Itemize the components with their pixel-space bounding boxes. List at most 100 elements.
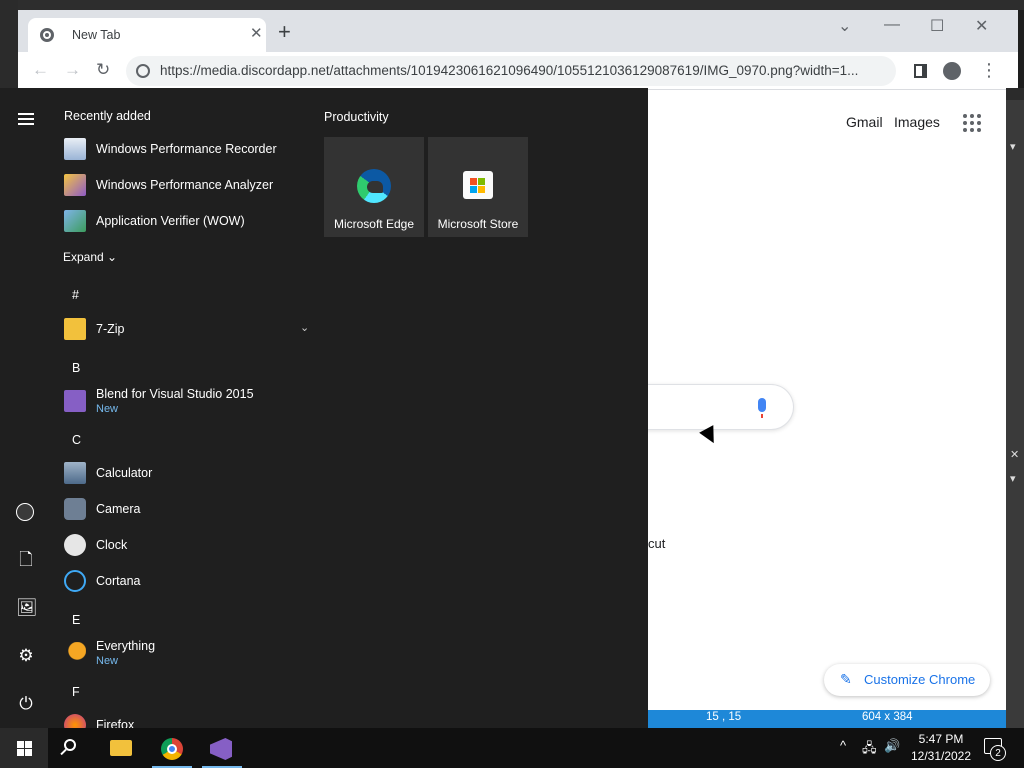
customize-chrome-button[interactable]: ✎ Customize Chrome [824,664,990,696]
chevron-down-icon[interactable]: ⌄ [300,321,308,334]
letter-header-b[interactable]: B [72,361,80,375]
clock-date: 12/31/2022 [910,749,972,763]
status-bar: 15 , 15 604 x 384 [648,710,1006,728]
app-everything[interactable]: Everything New [64,638,304,668]
hamburger-menu-icon[interactable] [16,110,36,130]
app-name: Windows Performance Recorder [96,142,277,156]
file-explorer-icon [110,740,132,756]
app-name: Windows Performance Analyzer [96,178,274,192]
browser-toolbar: ← → ↻ https://media.discordapp.net/attac… [18,52,1018,90]
edge-icon [357,169,391,203]
gmail-link[interactable]: Gmail [846,114,883,130]
system-clock[interactable]: 5:47 PM 12/31/2022 [902,731,980,765]
letter-header-f[interactable]: F [72,685,80,699]
camera-icon [64,498,86,520]
tile-group-productivity[interactable]: Productivity [324,110,389,124]
app-name: Blend for Visual Studio 2015 [96,387,254,401]
app-cortana[interactable]: Cortana [64,566,304,596]
new-badge: New [96,403,119,415]
close-icon: ✕ [1010,449,1020,461]
address-bar[interactable]: https://media.discordapp.net/attachments… [126,56,896,86]
more-menu-icon[interactable]: ⋮ [980,60,998,81]
blend-icon [64,390,86,412]
app-name: Everything [96,639,156,653]
site-info-icon[interactable] [136,64,150,78]
cursor-coordinates: 15 , 15 [706,711,742,723]
app-name: Clock [96,538,128,552]
folder-icon [64,318,86,340]
pictures-icon[interactable]: 🖼 [16,598,38,618]
search-button[interactable] [48,728,96,768]
search-icon [64,739,76,751]
documents-icon[interactable]: 🗋 [16,550,36,570]
letter-header-c[interactable]: C [72,433,81,447]
customize-chrome-label: Customize Chrome [864,672,976,687]
tile-microsoft-store[interactable]: Microsoft Store [428,137,528,237]
app-name: 7-Zip [96,322,125,336]
close-window-button[interactable]: ✕ [975,16,988,36]
minimize-button[interactable]: — [884,16,900,34]
letter-header-hash[interactable]: # [72,288,79,302]
app-application-verifier[interactable]: Application Verifier (WOW) [64,206,304,236]
expand-label: Expand [63,250,104,264]
side-panel-icon[interactable] [914,64,927,78]
images-link[interactable]: Images [894,114,940,130]
letter-header-e[interactable]: E [72,613,80,627]
tile-label: Microsoft Edge [333,217,415,231]
performance-recorder-icon [64,138,86,160]
chrome-icon [161,738,183,760]
tab-close-icon[interactable]: ✕ [250,24,263,42]
maximize-button[interactable]: ☐ [930,16,944,36]
network-icon[interactable]: 🖧 [862,739,877,768]
app-list[interactable]: Recently added Windows Performance Recor… [52,88,308,728]
tab-search-chevron-icon[interactable]: ⌄ [838,16,851,36]
app-clock[interactable]: Clock [64,530,304,560]
app-firefox[interactable]: Firefox [64,710,304,728]
app-name: Application Verifier (WOW) [96,214,245,228]
expand-button[interactable]: Expand ⌄ [63,250,117,264]
tab-title: New Tab [72,28,121,42]
firefox-icon [64,714,86,728]
google-apps-icon[interactable] [963,114,981,132]
new-tab-button[interactable]: + [278,21,291,43]
app-7-zip[interactable]: 7-Zip ⌄ [64,314,308,344]
app-name: Cortana [96,574,141,588]
taskbar: ^ 🖧 🔊 5:47 PM 12/31/2022 2 [0,728,1024,768]
volume-icon[interactable]: 🔊 [884,738,900,768]
start-menu: 🗋 🖼 ⚙ ⏻ Recently added Windows Performan… [0,88,648,728]
user-account-icon[interactable] [16,503,34,521]
taskbar-file-explorer[interactable] [98,728,146,768]
app-name: Firefox [96,718,135,728]
tab-new-tab[interactable]: New Tab ✕ [28,18,266,52]
dropdown-arrow-icon: ▾ [1010,141,1016,153]
background-window-edge: ▾ ✕ ▾ [1006,88,1024,728]
power-icon[interactable]: ⏻ [16,694,36,714]
address-bar-url: https://media.discordapp.net/attachments… [160,63,859,78]
app-windows-performance-recorder[interactable]: Windows Performance Recorder [64,134,304,164]
app-calculator[interactable]: Calculator [64,458,304,488]
calculator-icon [64,462,86,484]
tile-microsoft-edge[interactable]: Microsoft Edge [324,137,424,237]
app-camera[interactable]: Camera [64,494,304,524]
reload-button[interactable]: ↻ [96,60,110,80]
voice-search-icon[interactable] [758,398,766,418]
app-name: Calculator [96,466,153,480]
everything-search-icon [64,642,86,664]
forward-button[interactable]: → [64,60,81,80]
app-windows-performance-analyzer[interactable]: Windows Performance Analyzer [64,170,304,200]
start-button[interactable] [0,728,48,768]
selection-dimensions: 604 x 384 [862,711,913,723]
new-badge: New [96,655,119,667]
store-icon [463,171,493,199]
chevron-down-icon: ⌄ [107,250,118,264]
taskbar-chrome[interactable] [148,728,196,768]
taskbar-visual-studio[interactable] [198,728,246,768]
settings-gear-icon[interactable]: ⚙ [16,646,36,666]
shortcut-label[interactable]: cut [648,536,665,551]
app-blend-visual-studio[interactable]: Blend for Visual Studio 2015 New [64,386,304,416]
back-button[interactable]: ← [32,60,49,80]
profile-icon[interactable] [943,62,961,80]
dropdown-arrow-icon: ▾ [1010,473,1016,485]
recently-added-title: Recently added [64,109,151,123]
show-hidden-icons-chevron-icon[interactable]: ^ [840,738,846,768]
